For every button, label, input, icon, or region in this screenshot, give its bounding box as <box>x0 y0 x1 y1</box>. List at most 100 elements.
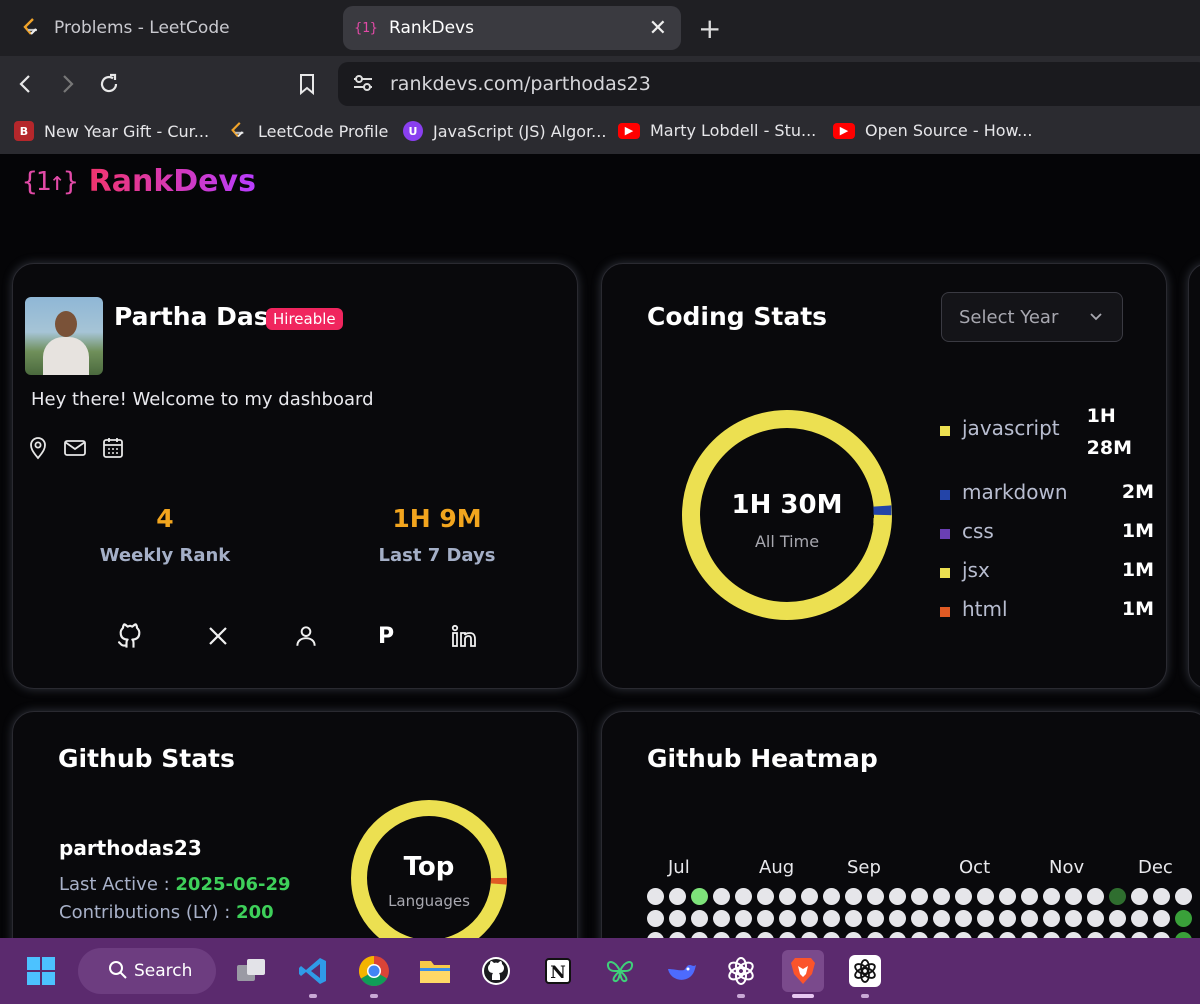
heatmap-cell[interactable] <box>977 888 994 905</box>
heatmap-cell[interactable] <box>1021 888 1038 905</box>
heatmap-cell[interactable] <box>999 910 1016 927</box>
heatmap-cell[interactable] <box>1153 888 1170 905</box>
avatar <box>25 297 103 375</box>
user-icon[interactable] <box>289 619 323 653</box>
heatmap-cell[interactable] <box>757 910 774 927</box>
chevron-down-icon <box>1088 309 1104 329</box>
heatmap-cell[interactable] <box>669 910 686 927</box>
chatgpt-app-icon[interactable] <box>844 950 886 998</box>
heatmap-cell[interactable] <box>977 910 994 927</box>
linkedin-icon[interactable] <box>448 619 482 653</box>
heatmap-cell[interactable] <box>1109 888 1126 905</box>
heatmap-cell[interactable] <box>779 888 796 905</box>
last7-stat: 1H 9M Last 7 Days <box>337 504 537 566</box>
mail-icon[interactable] <box>63 436 87 464</box>
heatmap-cell[interactable] <box>933 910 950 927</box>
heatmap-cell[interactable] <box>691 888 708 905</box>
file-explorer-icon[interactable] <box>414 950 456 992</box>
heatmap-cell[interactable] <box>735 888 752 905</box>
heatmap-cell[interactable] <box>735 910 752 927</box>
bookmark-item[interactable]: ▶ Open Source - How... <box>833 121 1032 140</box>
address-bar[interactable]: rankdevs.com/parthodas23 <box>338 62 1200 106</box>
legend-value: 1M <box>1121 520 1154 542</box>
taskbar-search[interactable]: Search <box>78 948 216 994</box>
forward-icon[interactable] <box>47 64 87 104</box>
heatmap-cell[interactable] <box>1043 910 1060 927</box>
heatmap-cell[interactable] <box>1065 888 1082 905</box>
month-label: Nov <box>1049 857 1085 878</box>
heatmap-cell[interactable] <box>1153 910 1170 927</box>
site-settings-icon[interactable] <box>352 72 374 98</box>
heatmap-cell[interactable] <box>955 888 972 905</box>
github-desktop-icon[interactable] <box>475 950 517 992</box>
heatmap-cell[interactable] <box>669 888 686 905</box>
windows-start-icon[interactable] <box>20 950 62 992</box>
tab-leetcode[interactable]: Problems - LeetCode <box>8 6 328 50</box>
heatmap-cell[interactable] <box>1175 910 1192 927</box>
heatmap-cell[interactable] <box>691 910 708 927</box>
heatmap-cell[interactable] <box>713 910 730 927</box>
heatmap-cell[interactable] <box>867 888 884 905</box>
heatmap-cell[interactable] <box>1175 888 1192 905</box>
heatmap-cell[interactable] <box>845 910 862 927</box>
heatmap-cell[interactable] <box>1065 910 1082 927</box>
heatmap-cell[interactable] <box>955 910 972 927</box>
bookmark-item[interactable]: LeetCode Profile <box>228 121 388 141</box>
tab-rankdevs[interactable]: {1} RankDevs ✕ <box>343 6 681 50</box>
heatmap-cell[interactable] <box>999 888 1016 905</box>
legend-swatch <box>940 568 950 578</box>
heatmap-cell[interactable] <box>845 888 862 905</box>
heatmap-cell[interactable] <box>1021 910 1038 927</box>
heatmap-cell[interactable] <box>933 888 950 905</box>
heatmap-cell[interactable] <box>823 888 840 905</box>
butterfly-app-icon[interactable] <box>599 950 641 992</box>
heatmap-cell[interactable] <box>647 910 664 927</box>
x-twitter-icon[interactable] <box>201 619 235 653</box>
heatmap-cell[interactable] <box>1131 910 1148 927</box>
heatmap-cell[interactable] <box>713 888 730 905</box>
github-heatmap-title: Github Heatmap <box>647 744 878 773</box>
chatgpt-icon[interactable] <box>720 950 762 998</box>
heatmap-cell[interactable] <box>1131 888 1148 905</box>
location-icon[interactable] <box>27 436 49 464</box>
heatmap-cell[interactable] <box>647 888 664 905</box>
heatmap-cell[interactable] <box>779 910 796 927</box>
browser-nav-bar: rankdevs.com/parthodas23 <box>0 56 1200 112</box>
portfolio-icon[interactable]: P <box>369 619 403 653</box>
heatmap-cell[interactable] <box>1087 888 1104 905</box>
heatmap-cell[interactable] <box>823 910 840 927</box>
heatmap-cell[interactable] <box>889 888 906 905</box>
notion-icon[interactable]: N <box>537 950 579 992</box>
reload-icon[interactable] <box>89 64 129 104</box>
heatmap-cell[interactable] <box>1109 910 1126 927</box>
bookmark-icon[interactable] <box>287 64 327 104</box>
heatmap-cell[interactable] <box>911 910 928 927</box>
bookmark-item[interactable]: B New Year Gift - Cur... <box>14 121 209 141</box>
heatmap-cell[interactable] <box>801 888 818 905</box>
heatmap-cell[interactable] <box>867 910 884 927</box>
heatmap-cell[interactable] <box>757 888 774 905</box>
legend-name: markdown <box>962 480 1068 504</box>
github-icon[interactable] <box>113 619 147 653</box>
calendar-icon[interactable] <box>101 436 125 464</box>
chrome-icon[interactable] <box>353 950 395 998</box>
deepseek-icon[interactable] <box>661 950 703 992</box>
bookmarks-bar: B New Year Gift - Cur... LeetCode Profil… <box>0 112 1200 154</box>
back-icon[interactable] <box>6 64 46 104</box>
close-tab-icon[interactable]: ✕ <box>649 16 667 41</box>
new-tab-icon[interactable]: + <box>698 12 721 45</box>
heatmap-cell[interactable] <box>911 888 928 905</box>
vscode-icon[interactable] <box>292 950 334 998</box>
task-view-icon[interactable] <box>230 950 272 992</box>
bookmark-item[interactable]: U JavaScript (JS) Algor... <box>403 121 606 141</box>
site-logo[interactable]: {1↑} RankDevs <box>22 164 256 199</box>
heatmap-cell[interactable] <box>1087 910 1104 927</box>
profile-bio: Hey there! Welcome to my dashboard <box>31 389 374 410</box>
heatmap-cell[interactable] <box>889 910 906 927</box>
brave-icon[interactable] <box>782 950 824 998</box>
bookmark-item[interactable]: ▶ Marty Lobdell - Stu... <box>618 121 816 140</box>
year-select[interactable]: Select Year <box>941 292 1123 342</box>
heatmap-cell[interactable] <box>801 910 818 927</box>
heatmap-cell[interactable] <box>1043 888 1060 905</box>
legend-swatch <box>940 426 950 436</box>
